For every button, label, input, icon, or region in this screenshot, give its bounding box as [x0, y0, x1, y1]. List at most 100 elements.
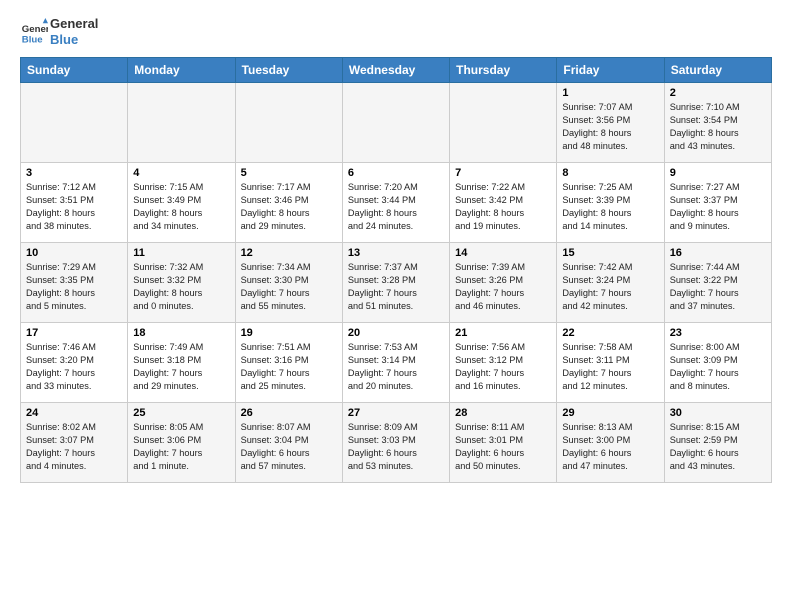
- cell-info: Sunrise: 8:15 AM Sunset: 2:59 PM Dayligh…: [670, 421, 766, 473]
- day-number: 27: [348, 407, 444, 419]
- calendar-header-saturday: Saturday: [664, 58, 771, 83]
- header: General Blue General Blue: [20, 16, 772, 47]
- cell-info: Sunrise: 8:13 AM Sunset: 3:00 PM Dayligh…: [562, 421, 658, 473]
- svg-text:General: General: [22, 24, 48, 35]
- cell-info: Sunrise: 7:46 AM Sunset: 3:20 PM Dayligh…: [26, 341, 122, 393]
- day-number: 12: [241, 247, 337, 259]
- cell-info: Sunrise: 7:07 AM Sunset: 3:56 PM Dayligh…: [562, 101, 658, 153]
- calendar-cell: 26 Sunrise: 8:07 AM Sunset: 3:04 PM Dayli…: [235, 403, 342, 483]
- calendar-header-monday: Monday: [128, 58, 235, 83]
- page: General Blue General Blue SundayMondayTu…: [0, 0, 792, 612]
- day-number: 24: [26, 407, 122, 419]
- calendar-header-thursday: Thursday: [450, 58, 557, 83]
- calendar-header-sunday: Sunday: [21, 58, 128, 83]
- day-number: 17: [26, 327, 122, 339]
- day-number: 8: [562, 167, 658, 179]
- day-number: 9: [670, 167, 766, 179]
- cell-info: Sunrise: 8:02 AM Sunset: 3:07 PM Dayligh…: [26, 421, 122, 473]
- calendar-week-3: 10Sunrise: 7:29 AM Sunset: 3:35 PM Dayli…: [21, 243, 772, 323]
- cell-info: Sunrise: 7:42 AM Sunset: 3:24 PM Dayligh…: [562, 261, 658, 313]
- cell-info: Sunrise: 7:34 AM Sunset: 3:30 PM Dayligh…: [241, 261, 337, 313]
- day-number: 6: [348, 167, 444, 179]
- cell-info: Sunrise: 7:51 AM Sunset: 3:16 PM Dayligh…: [241, 341, 337, 393]
- day-number: 13: [348, 247, 444, 259]
- calendar-cell: 16 Sunrise: 7:44 AM Sunset: 3:22 PM Dayli…: [664, 243, 771, 323]
- calendar-header-wednesday: Wednesday: [342, 58, 449, 83]
- calendar-cell: 18 Sunrise: 7:49 AM Sunset: 3:18 PM Dayli…: [128, 323, 235, 403]
- cell-info: Sunrise: 7:27 AM Sunset: 3:37 PM Dayligh…: [670, 181, 766, 233]
- cell-info: Sunrise: 7:29 AM Sunset: 3:35 PM Dayligh…: [26, 261, 122, 313]
- day-number: 1: [562, 87, 658, 99]
- logo: General Blue General Blue: [20, 16, 98, 47]
- calendar-cell: [235, 83, 342, 163]
- svg-text:Blue: Blue: [22, 34, 43, 45]
- day-number: 30: [670, 407, 766, 419]
- day-number: 22: [562, 327, 658, 339]
- calendar-week-2: 3 Sunrise: 7:12 AM Sunset: 3:51 PM Daylig…: [21, 163, 772, 243]
- day-number: 28: [455, 407, 551, 419]
- logo-icon: General Blue: [20, 18, 48, 46]
- day-number: 29: [562, 407, 658, 419]
- calendar-cell: 14 Sunrise: 7:39 AM Sunset: 3:26 PM Dayli…: [450, 243, 557, 323]
- cell-info: Sunrise: 7:20 AM Sunset: 3:44 PM Dayligh…: [348, 181, 444, 233]
- calendar-cell: [342, 83, 449, 163]
- calendar-cell: 1 Sunrise: 7:07 AM Sunset: 3:56 PM Daylig…: [557, 83, 664, 163]
- cell-info: Sunrise: 7:58 AM Sunset: 3:11 PM Dayligh…: [562, 341, 658, 393]
- calendar-cell: 24 Sunrise: 8:02 AM Sunset: 3:07 PM Dayli…: [21, 403, 128, 483]
- cell-info: Sunrise: 7:17 AM Sunset: 3:46 PM Dayligh…: [241, 181, 337, 233]
- calendar-header-row: SundayMondayTuesdayWednesdayThursdayFrid…: [21, 58, 772, 83]
- calendar-cell: 21Sunrise: 7:56 AM Sunset: 3:12 PM Dayli…: [450, 323, 557, 403]
- cell-info: Sunrise: 8:07 AM Sunset: 3:04 PM Dayligh…: [241, 421, 337, 473]
- calendar-cell: 28 Sunrise: 8:11 AM Sunset: 3:01 PM Dayli…: [450, 403, 557, 483]
- calendar-cell: 4Sunrise: 7:15 AM Sunset: 3:49 PM Daylig…: [128, 163, 235, 243]
- calendar-header-tuesday: Tuesday: [235, 58, 342, 83]
- calendar-cell: 2Sunrise: 7:10 AM Sunset: 3:54 PM Daylig…: [664, 83, 771, 163]
- calendar-header-friday: Friday: [557, 58, 664, 83]
- calendar-cell: 19Sunrise: 7:51 AM Sunset: 3:16 PM Dayli…: [235, 323, 342, 403]
- day-number: 5: [241, 167, 337, 179]
- calendar-cell: 5 Sunrise: 7:17 AM Sunset: 3:46 PM Daylig…: [235, 163, 342, 243]
- day-number: 2: [670, 87, 766, 99]
- logo-general: General: [50, 16, 98, 32]
- cell-info: Sunrise: 7:44 AM Sunset: 3:22 PM Dayligh…: [670, 261, 766, 313]
- calendar-cell: 7 Sunrise: 7:22 AM Sunset: 3:42 PM Daylig…: [450, 163, 557, 243]
- cell-info: Sunrise: 7:12 AM Sunset: 3:51 PM Dayligh…: [26, 181, 122, 233]
- cell-info: Sunrise: 7:32 AM Sunset: 3:32 PM Dayligh…: [133, 261, 229, 313]
- calendar-cell: [450, 83, 557, 163]
- calendar-cell: 15 Sunrise: 7:42 AM Sunset: 3:24 PM Dayli…: [557, 243, 664, 323]
- cell-info: Sunrise: 7:25 AM Sunset: 3:39 PM Dayligh…: [562, 181, 658, 233]
- day-number: 15: [562, 247, 658, 259]
- day-number: 14: [455, 247, 551, 259]
- cell-info: Sunrise: 7:49 AM Sunset: 3:18 PM Dayligh…: [133, 341, 229, 393]
- calendar-cell: 6 Sunrise: 7:20 AM Sunset: 3:44 PM Daylig…: [342, 163, 449, 243]
- cell-info: Sunrise: 8:09 AM Sunset: 3:03 PM Dayligh…: [348, 421, 444, 473]
- calendar-cell: 23Sunrise: 8:00 AM Sunset: 3:09 PM Dayli…: [664, 323, 771, 403]
- cell-info: Sunrise: 7:39 AM Sunset: 3:26 PM Dayligh…: [455, 261, 551, 313]
- cell-info: Sunrise: 8:11 AM Sunset: 3:01 PM Dayligh…: [455, 421, 551, 473]
- day-number: 16: [670, 247, 766, 259]
- calendar-cell: 29 Sunrise: 8:13 AM Sunset: 3:00 PM Dayli…: [557, 403, 664, 483]
- calendar-cell: 17 Sunrise: 7:46 AM Sunset: 3:20 PM Dayli…: [21, 323, 128, 403]
- calendar-week-1: 1 Sunrise: 7:07 AM Sunset: 3:56 PM Daylig…: [21, 83, 772, 163]
- day-number: 18: [133, 327, 229, 339]
- calendar-week-5: 24 Sunrise: 8:02 AM Sunset: 3:07 PM Dayli…: [21, 403, 772, 483]
- cell-info: Sunrise: 7:15 AM Sunset: 3:49 PM Dayligh…: [133, 181, 229, 233]
- calendar-cell: 3 Sunrise: 7:12 AM Sunset: 3:51 PM Daylig…: [21, 163, 128, 243]
- calendar-cell: 10Sunrise: 7:29 AM Sunset: 3:35 PM Dayli…: [21, 243, 128, 323]
- calendar-cell: [21, 83, 128, 163]
- calendar-cell: 8 Sunrise: 7:25 AM Sunset: 3:39 PM Daylig…: [557, 163, 664, 243]
- day-number: 25: [133, 407, 229, 419]
- calendar-cell: 25Sunrise: 8:05 AM Sunset: 3:06 PM Dayli…: [128, 403, 235, 483]
- day-number: 11: [133, 247, 229, 259]
- day-number: 21: [455, 327, 551, 339]
- day-number: 7: [455, 167, 551, 179]
- day-number: 20: [348, 327, 444, 339]
- calendar-cell: 30 Sunrise: 8:15 AM Sunset: 2:59 PM Dayli…: [664, 403, 771, 483]
- day-number: 3: [26, 167, 122, 179]
- cell-info: Sunrise: 7:53 AM Sunset: 3:14 PM Dayligh…: [348, 341, 444, 393]
- calendar-week-4: 17 Sunrise: 7:46 AM Sunset: 3:20 PM Dayli…: [21, 323, 772, 403]
- calendar: SundayMondayTuesdayWednesdayThursdayFrid…: [20, 57, 772, 483]
- day-number: 26: [241, 407, 337, 419]
- cell-info: Sunrise: 7:22 AM Sunset: 3:42 PM Dayligh…: [455, 181, 551, 233]
- calendar-cell: 12 Sunrise: 7:34 AM Sunset: 3:30 PM Dayli…: [235, 243, 342, 323]
